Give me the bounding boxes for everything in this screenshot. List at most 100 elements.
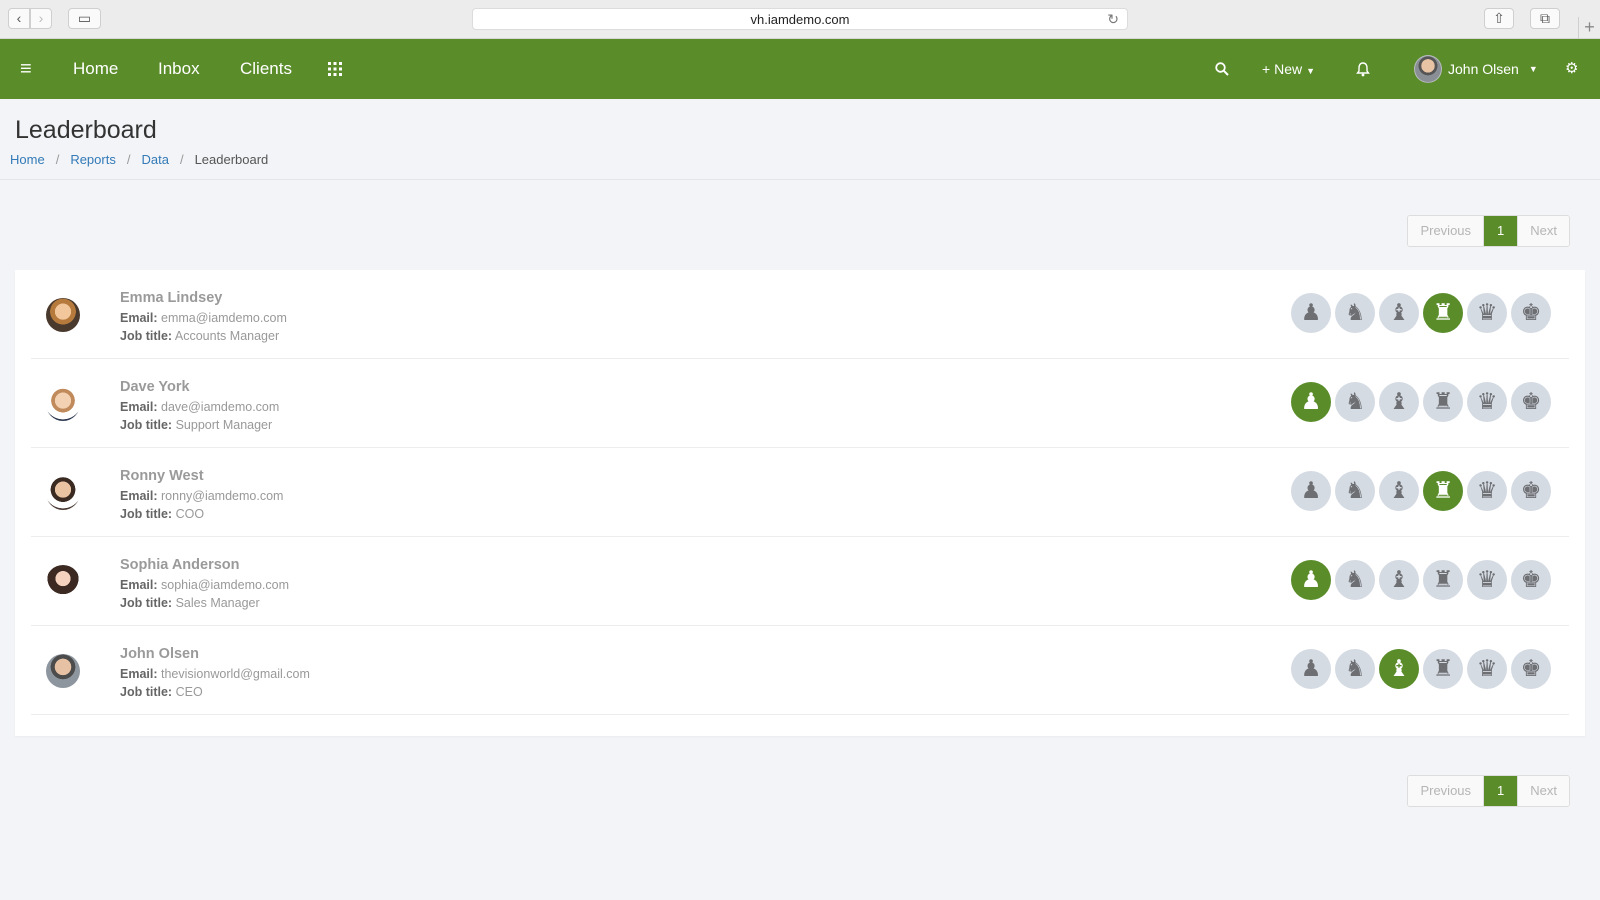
pagination-top: Previous 1 Next [1407, 215, 1570, 247]
address-bar[interactable]: vh.iamdemo.com ↻ [472, 8, 1128, 30]
avatar [46, 387, 80, 421]
hamburger-icon: ≡ [20, 58, 32, 80]
avatar [1414, 55, 1442, 83]
page-1-button[interactable]: 1 [1484, 216, 1518, 246]
url-text: vh.iamdemo.com [750, 12, 850, 27]
share-icon: ⇧ [1493, 10, 1505, 26]
chess-rook-icon: ♜ [1423, 293, 1463, 333]
user-email: dave@iamdemo.com [161, 400, 280, 414]
browser-tabs-button[interactable]: ⧉ [1530, 8, 1560, 29]
breadcrumb-home[interactable]: Home [10, 152, 45, 167]
chevron-left-icon: ‹ [16, 10, 22, 26]
badge-group: ♟ ♞ ♝ ♜ ♛ ♚ [1291, 293, 1551, 333]
breadcrumb-separator: / [55, 152, 60, 167]
user-job-title: Support Manager [175, 418, 273, 432]
user-name[interactable]: Ronny West [120, 467, 283, 485]
new-tab-button[interactable]: + [1578, 17, 1600, 39]
leaderboard-row: Dave York Email: dave@iamdemo.com Job ti… [31, 359, 1569, 448]
leaderboard-row: Ronny West Email: ronny@iamdemo.com Job … [31, 448, 1569, 537]
avatar [46, 654, 80, 688]
new-label: New [1274, 61, 1303, 77]
chess-queen-icon: ♛ [1467, 560, 1507, 600]
next-page-button[interactable]: Next [1517, 776, 1569, 806]
breadcrumb-separator: / [126, 152, 131, 167]
previous-page-button[interactable]: Previous [1408, 776, 1485, 806]
avatar [46, 298, 80, 332]
chess-knight-icon: ♞ [1335, 471, 1375, 511]
chess-king-icon: ♚ [1511, 471, 1551, 511]
new-dropdown[interactable]: + New ▼ [1262, 39, 1315, 99]
user-name[interactable]: Emma Lindsey [120, 289, 287, 307]
breadcrumb-current: Leaderboard [194, 152, 269, 167]
job-title-label: Job title: [120, 329, 173, 343]
breadcrumb-reports[interactable]: Reports [70, 152, 116, 167]
nav-home-link[interactable]: Home [73, 39, 118, 99]
apps-grid-button[interactable] [328, 39, 342, 99]
chess-bishop-icon: ♝ [1379, 382, 1419, 422]
chess-bishop-icon: ♝ [1379, 649, 1419, 689]
page-1-button[interactable]: 1 [1484, 776, 1518, 806]
email-label: Email: [120, 400, 158, 414]
badge-group: ♟ ♞ ♝ ♜ ♛ ♚ [1291, 471, 1551, 511]
search-button[interactable] [1215, 39, 1229, 99]
chess-king-icon: ♚ [1511, 293, 1551, 333]
user-info: Dave York Email: dave@iamdemo.com Job ti… [120, 378, 279, 434]
user-name[interactable]: Sophia Anderson [120, 556, 289, 574]
email-label: Email: [120, 311, 158, 325]
badge-group: ♟ ♞ ♝ ♜ ♛ ♚ [1291, 560, 1551, 600]
chess-pawn-icon: ♟ [1291, 293, 1331, 333]
next-page-button[interactable]: Next [1517, 216, 1569, 246]
avatar [46, 476, 80, 510]
browser-forward-button[interactable]: › [30, 8, 52, 29]
sidebar-icon: ▭ [77, 10, 92, 26]
user-info: John Olsen Email: thevisionworld@gmail.c… [120, 645, 310, 701]
user-email: thevisionworld@gmail.com [161, 667, 310, 681]
breadcrumb-data[interactable]: Data [141, 152, 168, 167]
user-email: emma@iamdemo.com [161, 311, 287, 325]
leaderboard-row: Emma Lindsey Email: emma@iamdemo.com Job… [31, 270, 1569, 359]
nav-clients-link[interactable]: Clients [240, 39, 292, 99]
chess-rook-icon: ♜ [1423, 649, 1463, 689]
job-title-label: Job title: [120, 418, 173, 432]
browser-back-button[interactable]: ‹ [8, 8, 30, 29]
user-info: Ronny West Email: ronny@iamdemo.com Job … [120, 467, 283, 523]
settings-button[interactable]: ⚙ [1565, 39, 1578, 99]
chess-pawn-icon: ♟ [1291, 471, 1331, 511]
search-icon [1215, 62, 1229, 76]
chess-pawn-icon: ♟ [1291, 560, 1331, 600]
gear-icon: ⚙ [1565, 60, 1579, 77]
user-job-title: Accounts Manager [174, 329, 280, 343]
email-label: Email: [120, 578, 158, 592]
chess-rook-icon: ♜ [1423, 382, 1463, 422]
reload-icon[interactable]: ↻ [1107, 9, 1119, 30]
menu-button[interactable]: ≡ [20, 39, 32, 99]
leaderboard-row: John Olsen Email: thevisionworld@gmail.c… [31, 626, 1569, 715]
badge-group: ♟ ♞ ♝ ♜ ♛ ♚ [1291, 382, 1551, 422]
page-title: Leaderboard [15, 116, 157, 144]
browser-share-button[interactable]: ⇧ [1484, 8, 1514, 29]
plus-icon: + [1584, 17, 1595, 37]
top-navbar: ≡ Home Inbox Clients + New ▼ John Olsen ▼ … [0, 39, 1600, 99]
chess-queen-icon: ♛ [1467, 649, 1507, 689]
chess-pawn-icon: ♟ [1291, 382, 1331, 422]
breadcrumb: Home / Reports / Data / Leaderboard [10, 152, 268, 167]
breadcrumb-separator: / [179, 152, 184, 167]
chess-bishop-icon: ♝ [1379, 293, 1419, 333]
chess-queen-icon: ♛ [1467, 382, 1507, 422]
nav-inbox-link[interactable]: Inbox [158, 39, 200, 99]
browser-sidebar-button[interactable]: ▭ [68, 8, 101, 29]
plus-icon: + [1262, 61, 1271, 77]
chess-knight-icon: ♞ [1335, 560, 1375, 600]
notifications-button[interactable] [1356, 39, 1370, 99]
chess-king-icon: ♚ [1511, 560, 1551, 600]
previous-page-button[interactable]: Previous [1408, 216, 1485, 246]
user-email: sophia@iamdemo.com [161, 578, 290, 592]
user-menu[interactable]: John Olsen ▼ [1414, 39, 1538, 99]
chess-king-icon: ♚ [1511, 649, 1551, 689]
chess-rook-icon: ♜ [1423, 560, 1463, 600]
job-title-label: Job title: [120, 685, 173, 699]
user-name[interactable]: Dave York [120, 378, 279, 396]
user-name[interactable]: John Olsen [120, 645, 310, 663]
job-title-label: Job title: [120, 507, 173, 521]
chess-pawn-icon: ♟ [1291, 649, 1331, 689]
